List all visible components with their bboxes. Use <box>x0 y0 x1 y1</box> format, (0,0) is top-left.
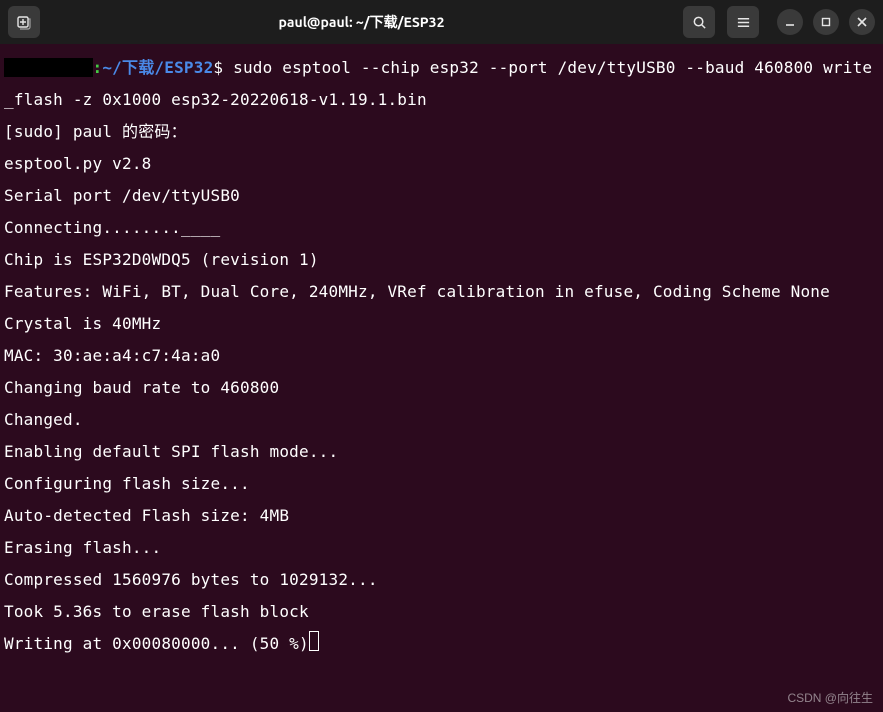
prompt-user-redacted: paul@paul <box>4 58 93 77</box>
minimize-button[interactable] <box>777 9 803 35</box>
output-line: Connecting........____ <box>4 218 220 237</box>
hamburger-icon <box>736 15 751 30</box>
output-line: Crystal is 40MHz <box>4 314 161 333</box>
prompt-symbol: $ <box>213 58 223 77</box>
output-line: Erasing flash... <box>4 538 161 557</box>
window-title: paul@paul: ~/下载/ESP32 <box>40 12 683 32</box>
output-line: Features: WiFi, BT, Dual Core, 240MHz, V… <box>4 282 830 301</box>
menu-button[interactable] <box>727 6 759 38</box>
titlebar-left <box>8 6 40 38</box>
maximize-button[interactable] <box>813 9 839 35</box>
output-line: Took 5.36s to erase flash block <box>4 602 309 621</box>
window-controls <box>777 9 875 35</box>
output-line: MAC: 30:ae:a4:c7:4a:a0 <box>4 346 220 365</box>
new-tab-button[interactable] <box>8 6 40 38</box>
prompt-path: ~/下载/ESP32 <box>102 58 213 77</box>
output-line: Serial port /dev/ttyUSB0 <box>4 186 240 205</box>
close-icon <box>857 17 867 27</box>
output-line: Writing at 0x00080000... (50 %) <box>4 634 309 653</box>
terminal-cursor <box>309 631 319 651</box>
titlebar-right <box>683 6 875 38</box>
search-button[interactable] <box>683 6 715 38</box>
prompt-colon: : <box>93 58 103 77</box>
output-line: Chip is ESP32D0WDQ5 (revision 1) <box>4 250 319 269</box>
maximize-icon <box>821 17 831 27</box>
output-line: Configuring flash size... <box>4 474 250 493</box>
output-line: esptool.py v2.8 <box>4 154 152 173</box>
watermark: CSDN @向往生 <box>787 689 873 706</box>
search-icon <box>692 15 707 30</box>
output-line: Changed. <box>4 410 83 429</box>
output-line: Enabling default SPI flash mode... <box>4 442 338 461</box>
terminal-content[interactable]: paul@paul:~/下载/ESP32$ sudo esptool --chi… <box>0 44 883 664</box>
titlebar: paul@paul: ~/下载/ESP32 <box>0 0 883 44</box>
output-line: [sudo] paul 的密码： <box>4 122 187 141</box>
minimize-icon <box>785 17 795 27</box>
new-tab-icon <box>16 14 32 30</box>
output-line: Changing baud rate to 460800 <box>4 378 279 397</box>
close-button[interactable] <box>849 9 875 35</box>
output-line: Auto-detected Flash size: 4MB <box>4 506 289 525</box>
output-line: Compressed 1560976 bytes to 1029132... <box>4 570 378 589</box>
